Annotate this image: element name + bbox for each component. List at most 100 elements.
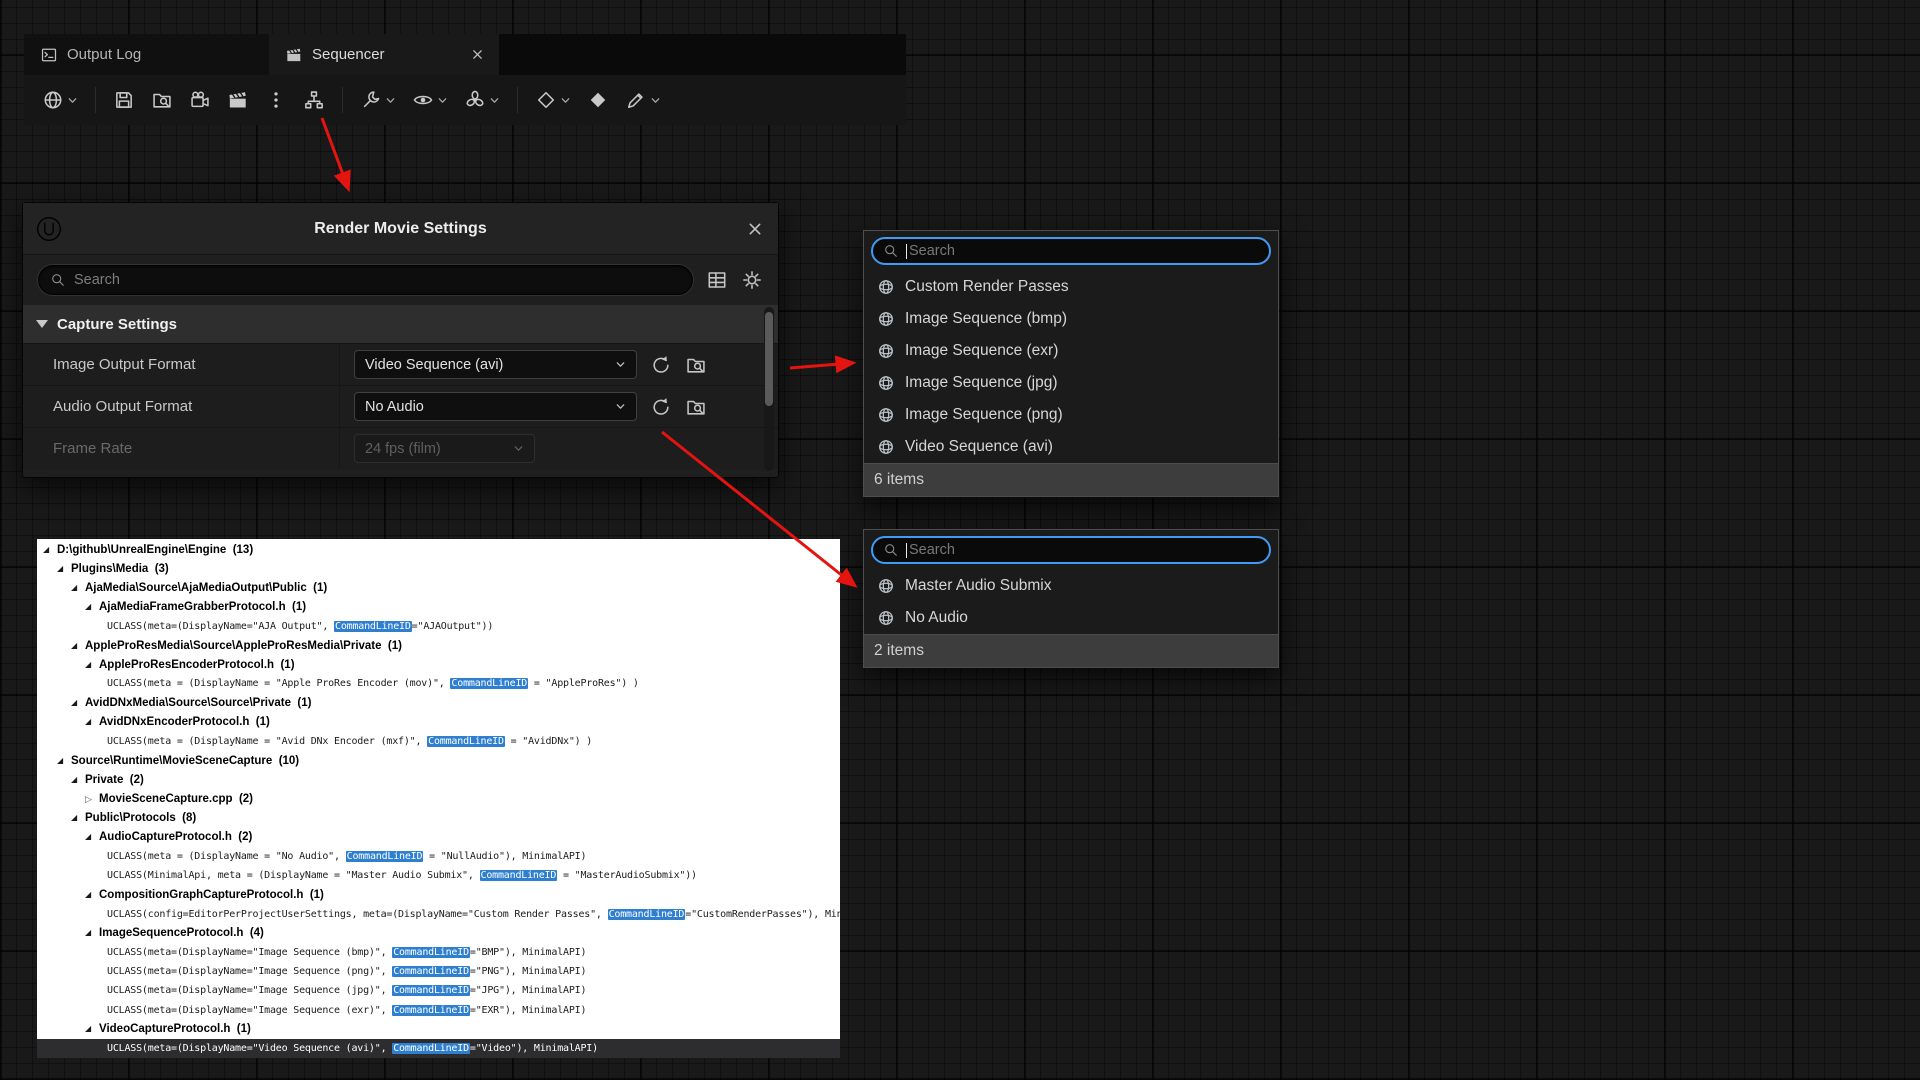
keyframe-diamond-outline-button[interactable] — [529, 84, 577, 116]
settings-search-input[interactable] — [74, 272, 681, 288]
expanded-arrow-icon[interactable]: ◢ — [85, 891, 99, 899]
search-match-highlight: CommandLineID — [392, 966, 470, 977]
result-path-text: AudioCaptureProtocol.h (2) — [99, 831, 252, 843]
use-selected-icon[interactable] — [650, 396, 672, 418]
result-code-text: UCLASS(meta=(DisplayName="AJA Output", C… — [107, 621, 493, 632]
find-in-content-browser-button[interactable] — [145, 84, 179, 116]
browse-icon[interactable] — [685, 396, 707, 418]
popup-item-master-audio-submix[interactable]: Master Audio Submix — [864, 570, 1278, 602]
browse-icon[interactable] — [685, 354, 707, 376]
popup-item-custom-render-passes[interactable]: Custom Render Passes — [864, 271, 1278, 303]
close-icon[interactable] — [748, 222, 762, 236]
popup-item-video-sequence-avi[interactable]: Video Sequence (avi) — [864, 431, 1278, 463]
expanded-arrow-icon[interactable]: ◢ — [71, 814, 85, 822]
expanded-arrow-icon[interactable]: ◢ — [71, 699, 85, 707]
result-code-row[interactable]: UCLASS(MinimalApi, meta = (DisplayName =… — [37, 866, 840, 885]
hierarchy-button[interactable] — [297, 84, 331, 116]
expanded-arrow-icon[interactable]: ◢ — [71, 584, 85, 592]
result-code-row[interactable]: UCLASS(meta = (DisplayName = "Apple ProR… — [37, 674, 840, 693]
settings-search-box[interactable] — [38, 265, 693, 295]
chevron-down-icon — [437, 95, 448, 106]
result-tree-row[interactable]: ◢Public\Protocols (8) — [37, 809, 840, 828]
result-code-row[interactable]: UCLASS(meta = (DisplayName = "No Audio",… — [37, 847, 840, 866]
expanded-arrow-icon[interactable]: ◢ — [85, 1025, 99, 1033]
dropdown-value: 24 fps (film) — [365, 441, 507, 457]
expanded-arrow-icon[interactable]: ◢ — [85, 833, 99, 841]
expanded-arrow-icon[interactable]: ◢ — [85, 661, 99, 669]
result-tree-row[interactable]: ◢Source\Runtime\MovieSceneCapture (10) — [37, 751, 840, 770]
details-grid-icon[interactable] — [706, 269, 728, 291]
camera-button[interactable] — [183, 84, 217, 116]
settings-rows: Image Output FormatVideo Sequence (avi)A… — [23, 343, 778, 469]
gear-icon[interactable] — [741, 269, 763, 291]
ellipsis-vertical-button[interactable] — [259, 84, 293, 116]
result-code-row[interactable]: UCLASS(meta=(DisplayName="Image Sequence… — [37, 962, 840, 981]
popup-search-box[interactable] — [871, 237, 1271, 265]
result-tree-row[interactable]: ◢Plugins\Media (3) — [37, 559, 840, 578]
result-tree-row[interactable]: ◢ImageSequenceProtocol.h (4) — [37, 924, 840, 943]
class-sphere-icon — [877, 609, 895, 627]
expanded-arrow-icon[interactable]: ◢ — [57, 565, 71, 573]
result-tree-row[interactable]: ▷MovieSceneCapture.cpp (2) — [37, 789, 840, 808]
result-tree-row[interactable]: ◢AppleProResMedia\Source\AppleProResMedi… — [37, 636, 840, 655]
result-tree-row[interactable]: ◢VideoCaptureProtocol.h (1) — [37, 1020, 840, 1039]
expanded-arrow-icon[interactable]: ◢ — [85, 929, 99, 937]
result-code-row[interactable]: UCLASS(meta=(DisplayName="AJA Output", C… — [37, 617, 840, 636]
result-tree-row[interactable]: ◢AvidDNxEncoderProtocol.h (1) — [37, 713, 840, 732]
collapsed-arrow-icon[interactable]: ▷ — [85, 795, 99, 804]
use-selected-icon[interactable] — [650, 354, 672, 376]
dialog-title: Render Movie Settings — [23, 220, 778, 238]
close-icon[interactable] — [472, 49, 483, 60]
render-movie-settings-dialog: Render Movie Settings Capture Settings I… — [22, 202, 779, 478]
expanded-arrow-icon[interactable]: ◢ — [43, 546, 57, 554]
popup-item-image-sequence-bmp[interactable]: Image Sequence (bmp) — [864, 303, 1278, 335]
popup-search-input[interactable] — [909, 243, 1259, 259]
result-tree-row[interactable]: ◢AjaMediaFrameGrabberProtocol.h (1) — [37, 598, 840, 617]
result-tree-row[interactable]: ◢Private (2) — [37, 770, 840, 789]
setting-label: Frame Rate — [23, 428, 340, 469]
popup-item-image-sequence-jpg[interactable]: Image Sequence (jpg) — [864, 367, 1278, 399]
result-path-text: AvidDNxEncoderProtocol.h (1) — [99, 716, 270, 728]
search-match-highlight: CommandLineID — [346, 851, 424, 862]
fan-button[interactable] — [458, 84, 506, 116]
popup-search-box[interactable] — [871, 536, 1271, 564]
result-code-row[interactable]: UCLASS(meta=(DisplayName="Video Sequence… — [37, 1039, 840, 1058]
popup-item-image-sequence-exr[interactable]: Image Sequence (exr) — [864, 335, 1278, 367]
image-output-format-dropdown[interactable]: Video Sequence (avi) — [354, 350, 637, 379]
expanded-arrow-icon[interactable]: ◢ — [85, 718, 99, 726]
result-tree-row[interactable]: ◢CompositionGraphCaptureProtocol.h (1) — [37, 885, 840, 904]
result-tree-row[interactable]: ◢AvidDNxMedia\Source\Source\Private (1) — [37, 694, 840, 713]
audio-output-format-dropdown[interactable]: No Audio — [354, 392, 637, 421]
tab-sequencer[interactable]: Sequencer — [269, 34, 499, 75]
keyframe-diamond-filled-button[interactable] — [581, 84, 615, 116]
expanded-arrow-icon[interactable]: ◢ — [71, 642, 85, 650]
result-code-row[interactable]: UCLASS(meta = (DisplayName = "Avid DNx E… — [37, 732, 840, 751]
result-code-row[interactable]: UCLASS(meta=(DisplayName="Image Sequence… — [37, 981, 840, 1000]
save-button[interactable] — [107, 84, 141, 116]
result-tree-row[interactable]: ◢D:\github\UnrealEngine\Engine (13) — [37, 540, 840, 559]
result-code-row[interactable]: UCLASS(meta=(DisplayName="Image Sequence… — [37, 943, 840, 962]
result-tree-row[interactable]: ◢AppleProResEncoderProtocol.h (1) — [37, 655, 840, 674]
scrollbar-thumb[interactable] — [765, 312, 773, 406]
image-output-format-popup: Custom Render PassesImage Sequence (bmp)… — [863, 230, 1279, 497]
clapperboard-button[interactable] — [221, 84, 255, 116]
popup-search-input[interactable] — [909, 542, 1259, 558]
tab-output-log[interactable]: Output Log — [24, 34, 269, 75]
curve-pen-button[interactable] — [619, 84, 667, 116]
popup-item-label: Image Sequence (exr) — [905, 342, 1058, 360]
popup-item-image-sequence-png[interactable]: Image Sequence (png) — [864, 399, 1278, 431]
result-code-row[interactable]: UCLASS(meta=(DisplayName="Image Sequence… — [37, 1001, 840, 1020]
expanded-arrow-icon[interactable]: ◢ — [85, 603, 99, 611]
expanded-arrow-icon[interactable]: ◢ — [71, 776, 85, 784]
globe-button[interactable] — [36, 84, 84, 116]
result-tree-row[interactable]: ◢AudioCaptureProtocol.h (2) — [37, 828, 840, 847]
popup-item-no-audio[interactable]: No Audio — [864, 602, 1278, 634]
expanded-arrow-icon[interactable]: ◢ — [57, 757, 71, 765]
capture-settings-section-header[interactable]: Capture Settings — [23, 305, 778, 343]
result-code-row[interactable]: UCLASS(config=EditorPerProjectUserSettin… — [37, 905, 840, 924]
eye-button[interactable] — [406, 84, 454, 116]
wrench-button[interactable] — [354, 84, 402, 116]
class-sphere-icon — [877, 278, 895, 296]
result-tree-row[interactable]: ◢AjaMedia\Source\AjaMediaOutput\Public (… — [37, 578, 840, 597]
tab-label: Sequencer — [312, 46, 385, 63]
